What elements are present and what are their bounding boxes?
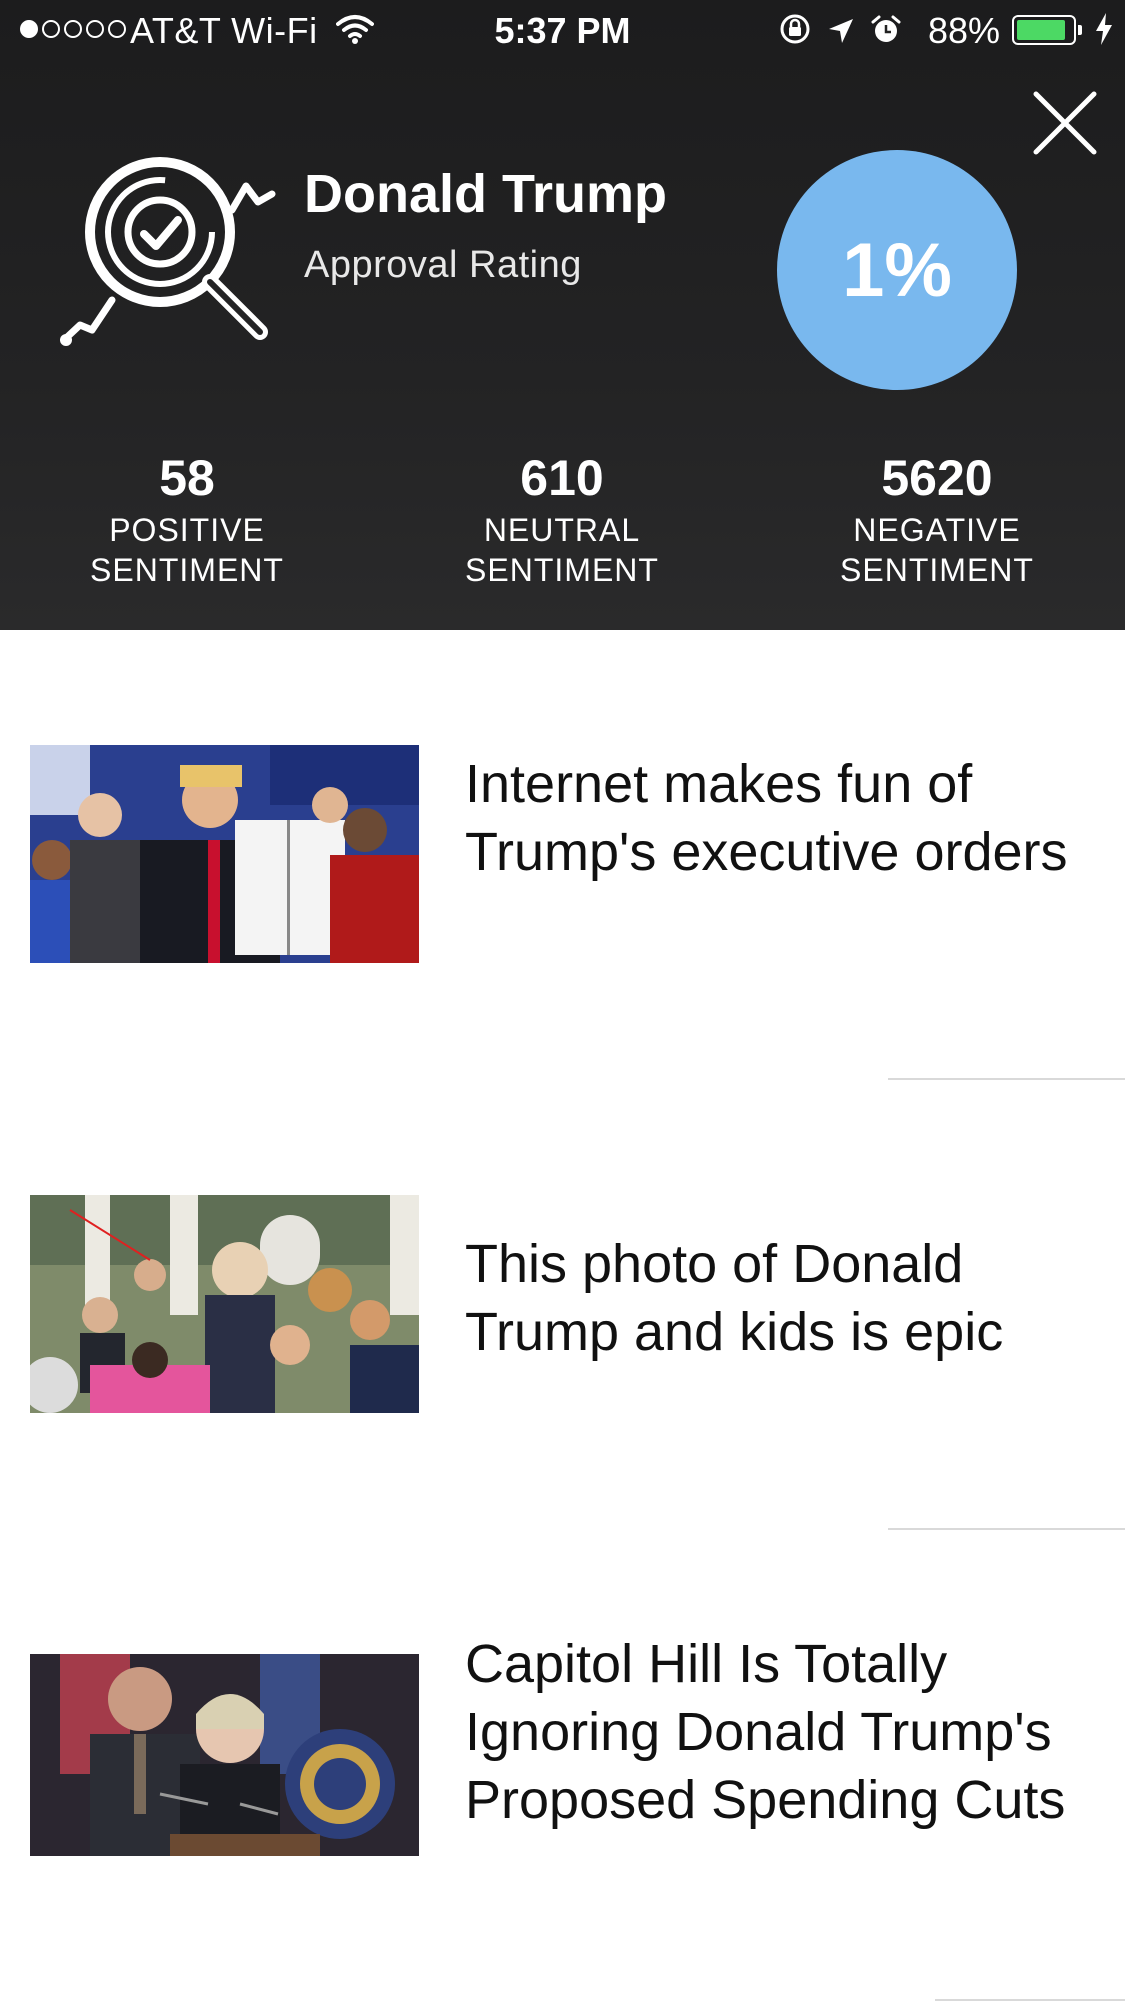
battery-icon [1012, 15, 1076, 45]
close-icon [1033, 91, 1097, 155]
stat-label-line1: NEGATIVE [853, 512, 1021, 548]
battery-percentage: 88% [928, 10, 1001, 51]
article-headline: Internet makes fun of Trump's executive … [465, 754, 1068, 882]
stat-label-line1: POSITIVE [109, 512, 265, 548]
status-bar: AT&T Wi-Fi 5:37 PM 88% [0, 0, 1125, 62]
stat-value: 5620 [881, 450, 993, 506]
charging-bolt-icon [1094, 12, 1114, 55]
magnifier-analytics-icon [60, 150, 280, 360]
page-title: Donald Trump [304, 164, 667, 224]
article-headline: Capitol Hill Is Totally Ignoring Donald … [465, 1634, 1066, 1830]
stat-label-line1: NEUTRAL [483, 512, 641, 548]
approval-rating-badge: 1% [777, 150, 1017, 390]
negative-sentiment-stat: 5620 NEGATIVE SENTIMENT [787, 448, 1087, 590]
article-row[interactable]: Capitol Hill Is Totally Ignoring Donald … [0, 1530, 1125, 2001]
battery-tip [1078, 25, 1082, 35]
stat-label-line2: SENTIMENT [90, 552, 284, 588]
page-subtitle: Approval Rating [304, 244, 582, 286]
article-row[interactable]: Internet makes fun of Trump's executive … [0, 630, 1125, 1080]
article-thumbnail [30, 745, 419, 963]
location-arrow-icon [826, 13, 856, 55]
neutral-sentiment-stat: 610 NEUTRAL SENTIMENT [412, 448, 712, 590]
stat-value: 610 [520, 450, 604, 506]
stat-label-line2: SENTIMENT [840, 552, 1034, 588]
article-thumbnail [30, 1654, 419, 1856]
positive-sentiment-stat: 58 POSITIVE SENTIMENT [37, 448, 337, 590]
article-headline: This photo of Donald Trump and kids is e… [465, 1234, 1004, 1362]
rotation-lock-icon [778, 12, 812, 55]
close-button[interactable] [1030, 88, 1100, 158]
alarm-icon [870, 13, 902, 55]
battery-level-fill [1017, 20, 1065, 40]
article-row[interactable]: This photo of Donald Trump and kids is e… [0, 1080, 1125, 1530]
article-thumbnail [30, 1195, 419, 1413]
sentiment-header: AT&T Wi-Fi 5:37 PM 88% Donald Trump Appr… [0, 0, 1125, 630]
stat-label-line2: SENTIMENT [465, 552, 659, 588]
stat-value: 58 [159, 450, 215, 506]
